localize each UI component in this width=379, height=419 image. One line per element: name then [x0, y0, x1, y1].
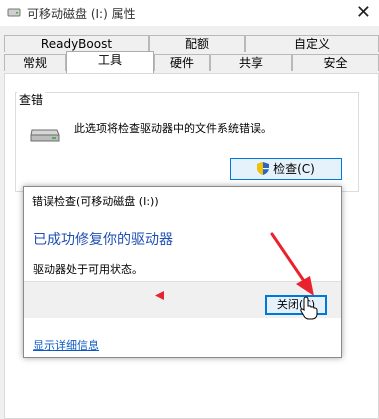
title-bar: 可移动磁盘 (I:) 属性 ✕: [0, 0, 379, 26]
tab-quota[interactable]: 配额: [149, 35, 245, 52]
red-arrow-annotation-icon: [270, 232, 314, 296]
success-heading: 已成功修复你的驱动器: [33, 232, 173, 248]
hand-cursor-icon: [300, 296, 318, 320]
tab-general[interactable]: 常规: [4, 54, 66, 71]
tab-sharing[interactable]: 共享: [210, 54, 292, 71]
check-button-label: 检查(C): [273, 162, 315, 176]
tab-readyboost[interactable]: ReadyBoost: [4, 35, 149, 52]
red-triangle-marker-icon: [155, 291, 164, 300]
show-details-link[interactable]: 显示详细信息: [33, 337, 99, 353]
tab-hardware[interactable]: 硬件: [154, 54, 210, 71]
window-close-button[interactable]: ✕: [356, 2, 371, 23]
tab-row-top: ReadyBoost 配额 自定义: [0, 35, 379, 52]
error-check-title: 查错: [17, 91, 46, 108]
drive-status-text: 驱动器处于可用状态。: [33, 263, 143, 276]
tab-row-bottom: 常规 工具 硬件 共享 安全: [0, 51, 379, 73]
uac-shield-icon: [257, 162, 270, 175]
drive-icon: [30, 129, 60, 142]
window-title: 可移动磁盘 (I:) 属性: [27, 7, 136, 21]
tab-security[interactable]: 安全: [292, 54, 379, 71]
tab-tools[interactable]: 工具: [66, 51, 154, 73]
tab-customize[interactable]: 自定义: [245, 35, 379, 52]
check-button[interactable]: 检查(C): [230, 158, 342, 180]
dialog-title: 错误检查(可移动磁盘 (I:)): [32, 195, 159, 208]
drive-app-icon: [7, 8, 21, 17]
error-check-description: 此选项将检查驱动器中的文件系统错误。: [74, 122, 272, 135]
